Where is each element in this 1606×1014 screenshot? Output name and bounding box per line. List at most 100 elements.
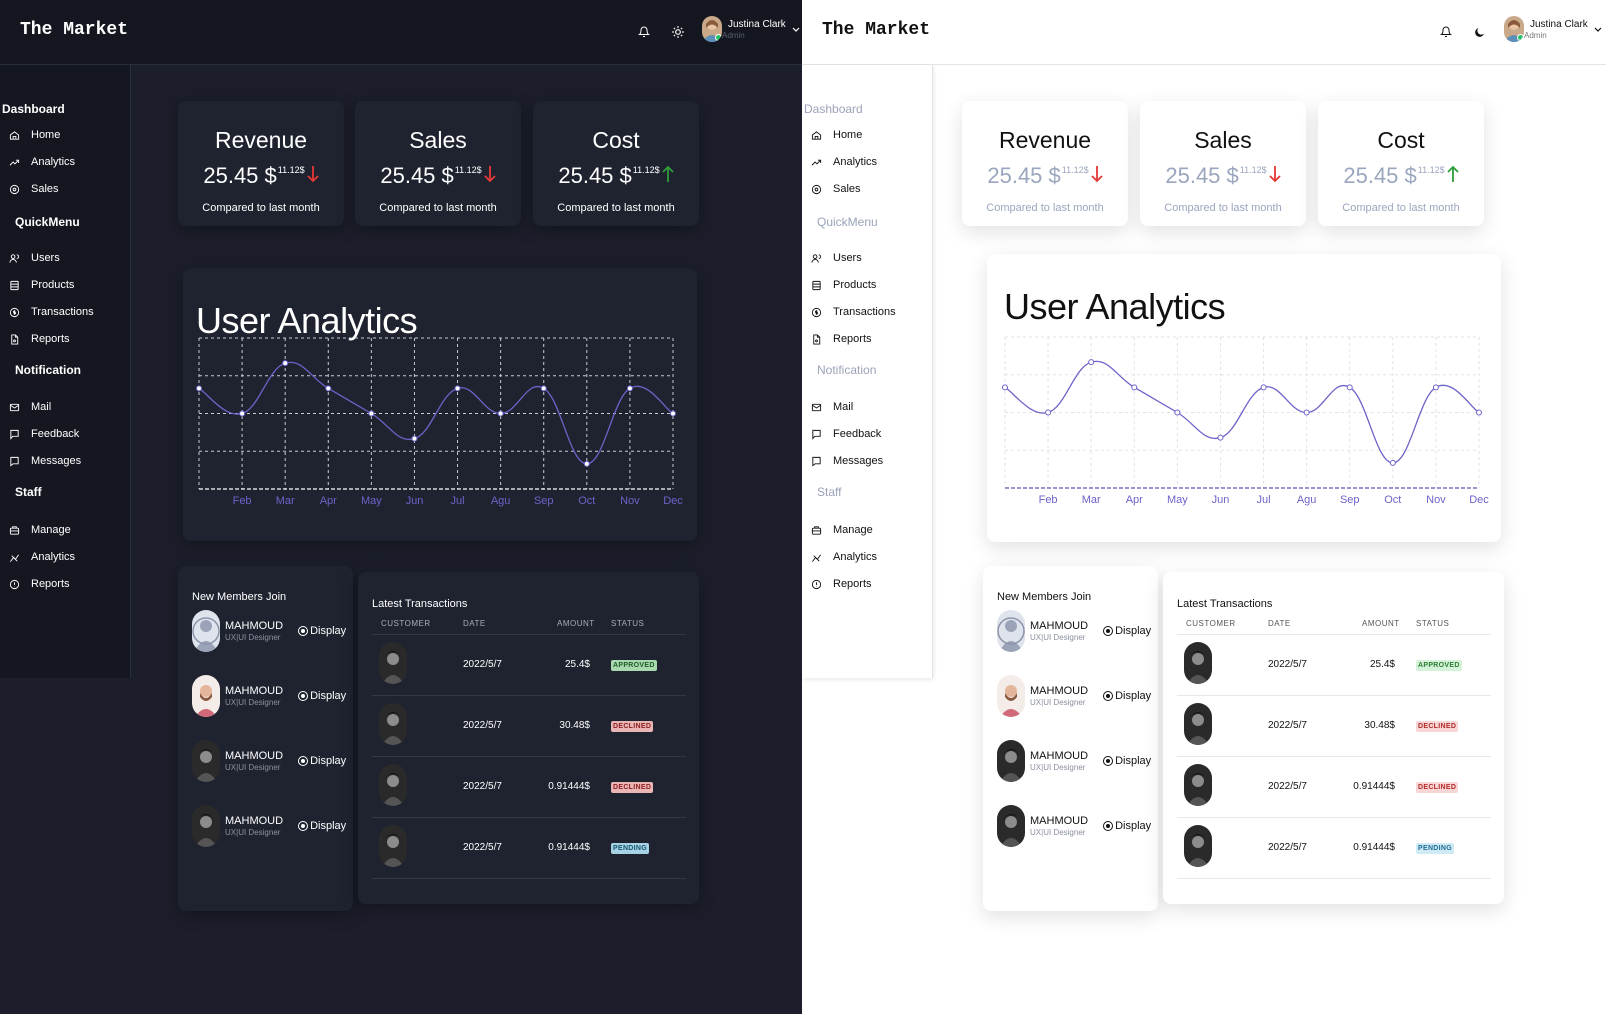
data-point-nov[interactable] xyxy=(626,385,633,392)
data-point-nov[interactable] xyxy=(1432,384,1439,391)
data-point-dec[interactable] xyxy=(670,410,676,417)
display-button[interactable]: Display xyxy=(1103,820,1151,832)
sidebar-item-sales[interactable]: Sales xyxy=(809,182,861,196)
app-logo[interactable]: The Market xyxy=(822,20,930,40)
sidebar-item-analytics[interactable]: Analytics xyxy=(7,550,75,564)
data-point-jan[interactable] xyxy=(196,385,202,392)
sidebar-item-analytics[interactable]: Analytics xyxy=(809,155,877,169)
stat-card-cost[interactable]: Cost 25.45 $11.12$ Compared to last month xyxy=(1318,101,1484,226)
data-point-jul[interactable] xyxy=(454,385,461,392)
data-point-apr[interactable] xyxy=(325,385,332,392)
table-row[interactable]: 2022/5/7 25.4$ APPROVED xyxy=(1163,634,1504,695)
stat-card-revenue[interactable]: Revenue 25.45 $11.12$ Compared to last mon… xyxy=(962,101,1128,226)
table-row[interactable]: 2022/5/7 0.91444$ PENDING xyxy=(1163,817,1504,878)
stat-change: 11.12$ xyxy=(1061,165,1089,175)
transaction-amount: 0.91444$ xyxy=(548,842,590,853)
online-status-dot xyxy=(1517,34,1524,41)
moon-icon[interactable] xyxy=(1470,22,1490,42)
bell-icon[interactable] xyxy=(634,22,654,42)
data-point-sep[interactable] xyxy=(540,385,547,392)
sun-icon[interactable] xyxy=(668,22,688,42)
arrow-down-icon xyxy=(1090,165,1103,188)
column-header-status: STATUS xyxy=(611,619,645,628)
sidebar-item-feedback[interactable]: Feedback xyxy=(7,427,79,441)
data-point-jul[interactable] xyxy=(1260,384,1267,391)
sidebar-item-label: Reports xyxy=(31,333,70,345)
sidebar-item-analytics[interactable]: Analytics xyxy=(809,550,877,564)
display-button[interactable]: Display xyxy=(1103,625,1151,637)
data-point-mar[interactable] xyxy=(282,360,289,367)
data-point-jan[interactable] xyxy=(1002,384,1008,391)
sidebar-item-reports[interactable]: Reports xyxy=(809,332,872,346)
sidebar-item-products[interactable]: Products xyxy=(809,278,876,292)
sidebar-item-reports[interactable]: Reports xyxy=(7,577,70,591)
data-point-agu[interactable] xyxy=(1303,409,1310,416)
member-info: MAHMOUD UX|UI Designer xyxy=(225,620,283,643)
display-button[interactable]: Display xyxy=(298,625,346,637)
app-logo[interactable]: The Market xyxy=(20,20,128,40)
sidebar-item-label: Reports xyxy=(833,333,872,345)
sidebar-item-analytics[interactable]: Analytics xyxy=(7,155,75,169)
data-point-may[interactable] xyxy=(368,410,375,417)
table-row[interactable]: 2022/5/7 25.4$ APPROVED xyxy=(358,634,699,695)
feedback-icon xyxy=(809,427,823,441)
sidebar-item-label: Home xyxy=(31,129,61,141)
x-tick-label: Agu xyxy=(491,495,511,507)
table-row[interactable]: 2022/5/7 0.91444$ PENDING xyxy=(358,817,699,878)
user-menu[interactable]: Justina Clark Admin xyxy=(702,16,800,42)
sidebar-item-mail[interactable]: Mail xyxy=(7,400,51,414)
sidebar-item-transactions[interactable]: Transactions xyxy=(809,305,896,319)
stat-card-revenue[interactable]: Revenue 25.45 $11.12$ Compared to last mon… xyxy=(178,101,344,226)
sidebar-item-manage[interactable]: Manage xyxy=(7,523,71,537)
data-point-apr[interactable] xyxy=(1131,384,1138,391)
table-row[interactable]: 2022/5/7 0.91444$ DECLINED xyxy=(1163,756,1504,817)
data-point-sep[interactable] xyxy=(1346,384,1353,391)
data-point-feb[interactable] xyxy=(1045,409,1052,416)
sidebar-item-reports[interactable]: Reports xyxy=(809,577,872,591)
sidebar-item-home[interactable]: Home xyxy=(7,128,60,142)
user-menu[interactable]: Justina Clark Admin xyxy=(1504,16,1602,42)
display-button[interactable]: Display xyxy=(298,755,346,767)
table-row[interactable]: 2022/5/7 30.48$ DECLINED xyxy=(358,695,699,756)
display-button[interactable]: Display xyxy=(298,690,346,702)
data-point-agu[interactable] xyxy=(497,410,504,417)
sidebar-item-messages[interactable]: Messages xyxy=(7,454,81,468)
data-point-mar[interactable] xyxy=(1088,359,1095,366)
sidebar-item-sales[interactable]: Sales xyxy=(7,182,59,196)
chevron-down-icon[interactable] xyxy=(1594,20,1602,38)
data-point-oct[interactable] xyxy=(1389,459,1396,466)
message-icon xyxy=(7,454,21,468)
stat-card-sales[interactable]: Sales 25.45 $11.12$ Compared to last month xyxy=(355,101,521,226)
sidebar-item-feedback[interactable]: Feedback xyxy=(809,427,881,441)
sidebar-item-manage[interactable]: Manage xyxy=(809,523,873,537)
customer-avatar xyxy=(1184,703,1212,745)
chevron-down-icon[interactable] xyxy=(792,20,800,38)
transaction-amount: 0.91444$ xyxy=(1353,781,1395,792)
member-name: MAHMOUD xyxy=(1030,814,1089,827)
data-point-jun[interactable] xyxy=(411,435,418,442)
display-button[interactable]: Display xyxy=(1103,755,1151,767)
sidebar-item-mail[interactable]: Mail xyxy=(809,400,853,414)
latest-transactions-card: Latest Transactions CUSTOMER DATE AMOUNT STA… xyxy=(1163,572,1504,904)
sidebar-item-messages[interactable]: Messages xyxy=(809,454,883,468)
sidebar-item-reports[interactable]: Reports xyxy=(7,332,70,346)
sidebar-item-home[interactable]: Home xyxy=(809,128,862,142)
sidebar-item-products[interactable]: Products xyxy=(7,278,74,292)
sidebar-item-label: Analytics xyxy=(833,551,878,563)
data-point-feb[interactable] xyxy=(239,410,246,417)
data-point-jun[interactable] xyxy=(1217,434,1224,441)
display-button[interactable]: Display xyxy=(1103,690,1151,702)
data-point-dec[interactable] xyxy=(1476,409,1482,416)
display-button[interactable]: Display xyxy=(298,820,346,832)
sidebar-section-title: Staff xyxy=(817,485,842,499)
data-point-oct[interactable] xyxy=(583,460,590,467)
sidebar-item-transactions[interactable]: Transactions xyxy=(7,305,94,319)
stat-card-cost[interactable]: Cost 25.45 $11.12$ Compared to last month xyxy=(533,101,699,226)
bell-icon[interactable] xyxy=(1436,22,1456,42)
stat-card-sales[interactable]: Sales 25.45 $11.12$ Compared to last month xyxy=(1140,101,1306,226)
sidebar-item-users[interactable]: Users xyxy=(809,251,862,265)
sidebar-item-users[interactable]: Users xyxy=(7,251,60,265)
data-point-may[interactable] xyxy=(1174,409,1181,416)
table-row[interactable]: 2022/5/7 30.48$ DECLINED xyxy=(1163,695,1504,756)
table-row[interactable]: 2022/5/7 0.91444$ DECLINED xyxy=(358,756,699,817)
